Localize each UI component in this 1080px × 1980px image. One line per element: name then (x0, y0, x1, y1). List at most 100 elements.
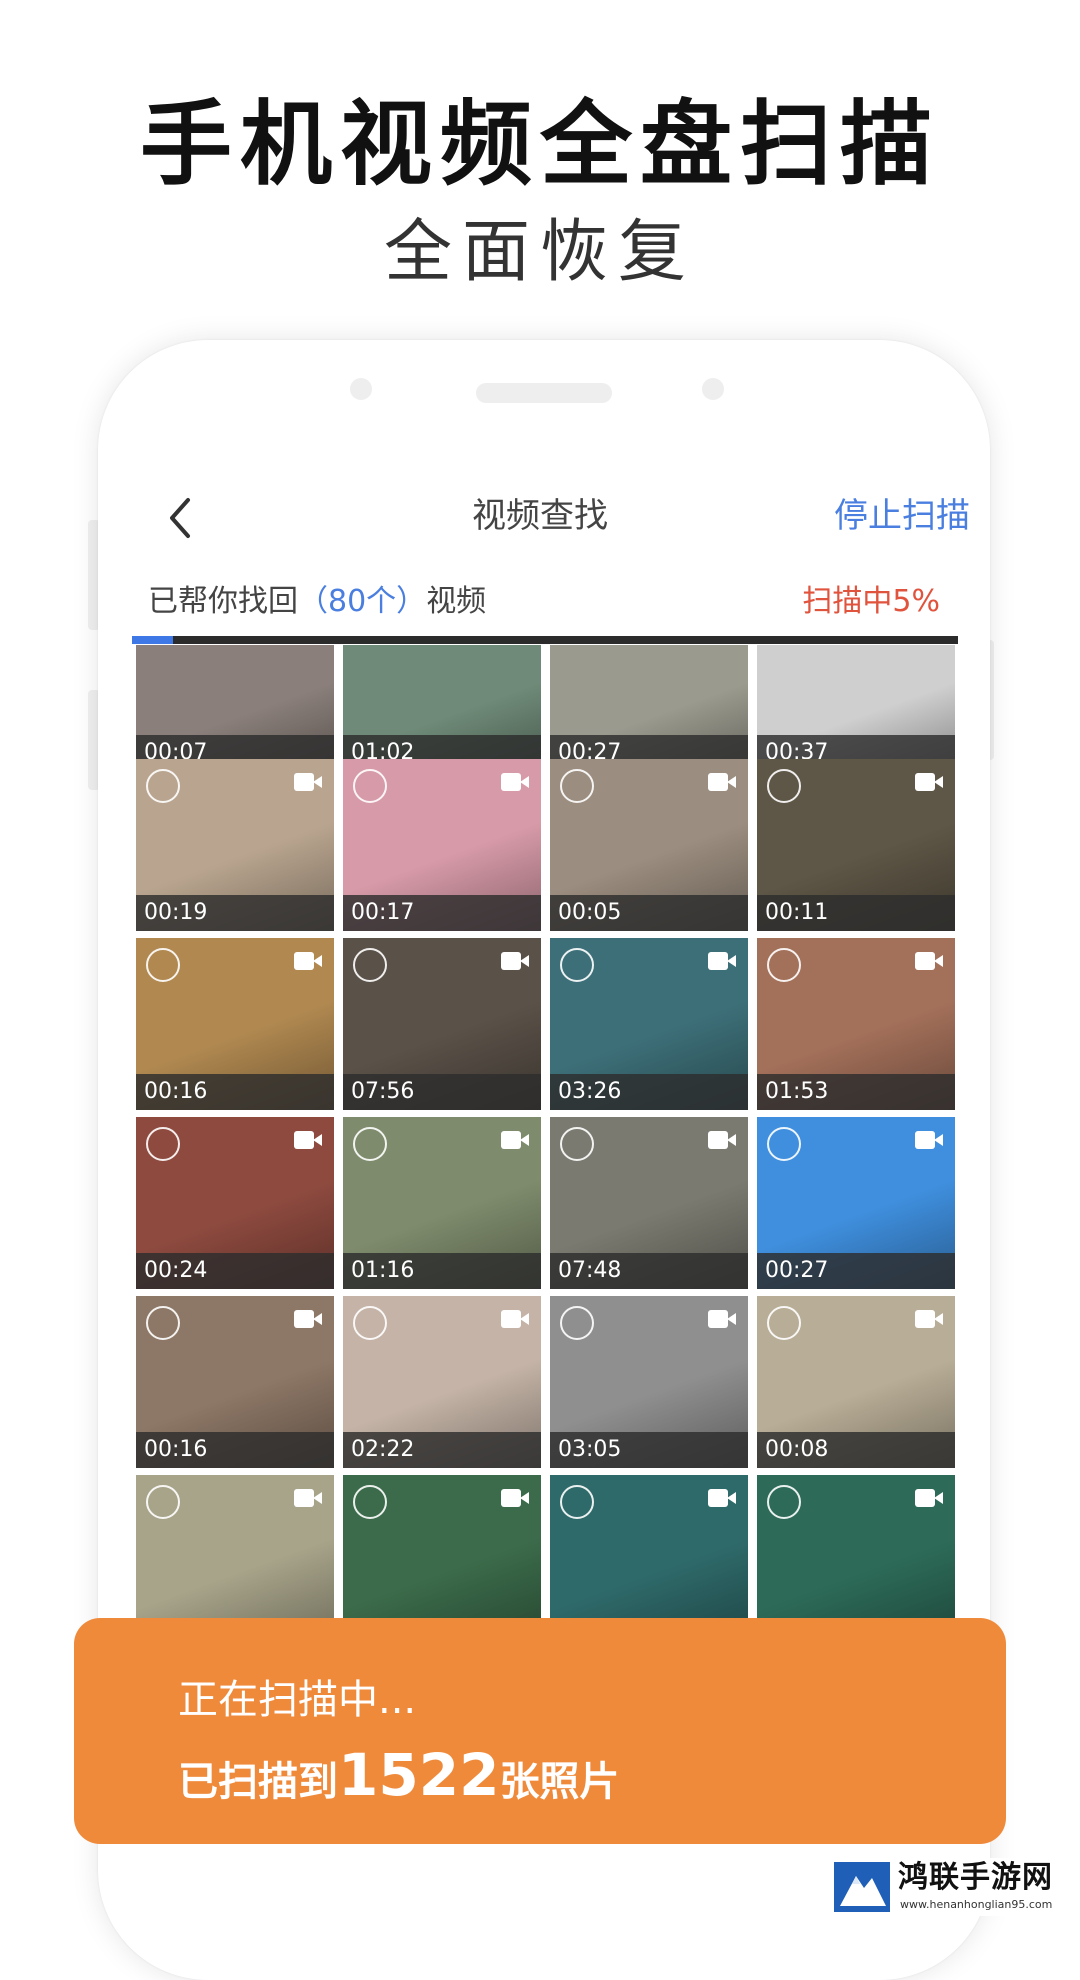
video-duration: 03:05 (558, 1437, 622, 1462)
video-thumbnail[interactable]: 00:17 (343, 759, 541, 931)
select-circle-icon[interactable] (767, 769, 801, 803)
select-circle-icon[interactable] (353, 769, 387, 803)
select-circle-icon[interactable] (767, 1306, 801, 1340)
video-camera-icon (501, 773, 529, 791)
phone-front-camera (350, 378, 372, 400)
video-camera-icon (294, 773, 322, 791)
found-prefix: 已帮你找回 (148, 584, 298, 619)
select-circle-icon[interactable] (146, 1306, 180, 1340)
toast-count-text: 已扫描到1522张照片 (178, 1740, 619, 1817)
select-circle-icon[interactable] (353, 1127, 387, 1161)
video-thumbnail[interactable]: 00:16 (136, 1296, 334, 1468)
video-duration: 00:11 (765, 900, 829, 925)
toast-count-number: 1522 (338, 1741, 500, 1809)
watermark-name: 鸿联手游网 (898, 1860, 1053, 1895)
select-circle-icon[interactable] (353, 1306, 387, 1340)
video-thumbnail[interactable]: 00:19 (136, 759, 334, 931)
phone-sensor (702, 378, 724, 400)
select-circle-icon[interactable] (560, 769, 594, 803)
video-duration: 00:16 (144, 1079, 208, 1104)
select-circle-icon[interactable] (146, 1127, 180, 1161)
video-duration: 00:27 (765, 1258, 829, 1283)
video-camera-icon (501, 952, 529, 970)
video-thumbnail[interactable]: 02:22 (343, 1296, 541, 1468)
video-thumbnail[interactable]: 00:08 (757, 1296, 955, 1468)
scan-progress-bar (132, 636, 958, 644)
video-thumbnail[interactable]: 00:05 (550, 759, 748, 931)
video-camera-icon (915, 1310, 943, 1328)
site-watermark: 鸿联手游网 www.henanhonglian95.com (830, 1858, 1076, 1916)
video-duration: 00:19 (144, 900, 208, 925)
video-duration: 01:53 (765, 1079, 829, 1104)
video-camera-icon (915, 1131, 943, 1149)
select-circle-icon[interactable] (560, 948, 594, 982)
video-camera-icon (708, 952, 736, 970)
found-summary: 已帮你找回（80个）视频 (148, 580, 486, 624)
video-camera-icon (708, 773, 736, 791)
video-thumbnail[interactable]: 00:16 (136, 938, 334, 1110)
video-camera-icon (294, 952, 322, 970)
video-duration: 02:22 (351, 1437, 415, 1462)
page-title: 视频查找 (472, 496, 608, 536)
video-camera-icon (708, 1310, 736, 1328)
video-thumbnail[interactable]: 00:07 (136, 645, 334, 771)
hero-subtitle: 全面恢复 (383, 213, 696, 292)
video-thumbnail[interactable]: 00:27 (550, 645, 748, 771)
video-thumbnail[interactable]: 07:48 (550, 1117, 748, 1289)
video-thumbnail[interactable]: 03:26 (550, 938, 748, 1110)
video-thumbnail[interactable]: 01:53 (757, 938, 955, 1110)
watermark-logo-icon (834, 1862, 890, 1912)
video-thumbnail[interactable]: 03:05 (550, 1296, 748, 1468)
video-camera-icon (294, 1131, 322, 1149)
scan-status: 扫描中5% (802, 584, 940, 619)
stop-scan-button[interactable]: 停止扫描 (770, 488, 970, 544)
video-camera-icon (294, 1310, 322, 1328)
select-circle-icon[interactable] (560, 1127, 594, 1161)
video-duration: 07:56 (351, 1079, 415, 1104)
found-count: （80个） (298, 584, 427, 619)
scan-progress-fill (132, 636, 174, 644)
video-thumbnail[interactable]: 00:11 (757, 759, 955, 931)
video-camera-icon (708, 1131, 736, 1149)
select-circle-icon[interactable] (146, 948, 180, 982)
watermark-url: www.henanhonglian95.com (900, 1898, 1053, 1911)
scanning-toast: 正在扫描中... 已扫描到1522张照片 (74, 1618, 1006, 1844)
select-circle-icon[interactable] (353, 1485, 387, 1519)
video-duration: 00:24 (144, 1258, 208, 1283)
hero-title: 手机视频全盘扫描 (139, 91, 940, 198)
back-button[interactable] (160, 488, 204, 548)
phone-speaker (476, 383, 612, 403)
video-duration: 03:26 (558, 1079, 622, 1104)
select-circle-icon[interactable] (560, 1485, 594, 1519)
video-duration: 07:48 (558, 1258, 622, 1283)
video-thumbnail[interactable]: 00:27 (757, 1117, 955, 1289)
video-camera-icon (294, 1489, 322, 1507)
video-duration: 00:16 (144, 1437, 208, 1462)
chevron-left-icon (170, 498, 190, 538)
select-circle-icon[interactable] (560, 1306, 594, 1340)
video-thumbnail[interactable]: 01:16 (343, 1117, 541, 1289)
select-circle-icon[interactable] (146, 1485, 180, 1519)
select-circle-icon[interactable] (146, 769, 180, 803)
video-thumbnail[interactable]: 00:37 (757, 645, 955, 771)
video-thumbnail[interactable]: 00:24 (136, 1117, 334, 1289)
video-camera-icon (915, 952, 943, 970)
video-camera-icon (708, 1489, 736, 1507)
video-duration: 00:08 (765, 1437, 829, 1462)
toast-count-prefix: 已扫描到 (178, 1759, 338, 1805)
video-thumbnail[interactable]: 07:56 (343, 938, 541, 1110)
select-circle-icon[interactable] (767, 1127, 801, 1161)
select-circle-icon[interactable] (353, 948, 387, 982)
video-camera-icon (915, 1489, 943, 1507)
video-thumbnail[interactable]: 01:02 (343, 645, 541, 771)
video-duration: 01:16 (351, 1258, 415, 1283)
select-circle-icon[interactable] (767, 948, 801, 982)
toast-status-text: 正在扫描中... (178, 1677, 417, 1723)
video-duration: 00:17 (351, 900, 415, 925)
video-camera-icon (915, 773, 943, 791)
video-duration: 00:05 (558, 900, 622, 925)
found-suffix: 视频 (426, 584, 487, 619)
select-circle-icon[interactable] (767, 1485, 801, 1519)
toast-count-suffix: 张照片 (499, 1759, 620, 1805)
video-camera-icon (501, 1131, 529, 1149)
